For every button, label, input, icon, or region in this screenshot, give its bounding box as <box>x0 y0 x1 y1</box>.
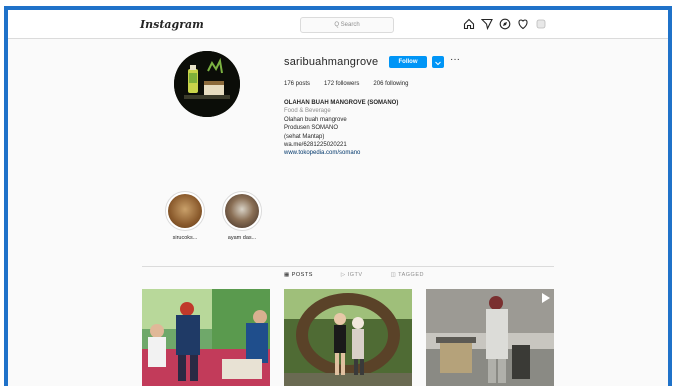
profile-avatar[interactable] <box>174 51 240 117</box>
followers-count[interactable]: 172 followers <box>324 81 359 87</box>
highlight-label: sirucoks... <box>172 235 198 241</box>
direct-icon[interactable] <box>480 17 493 31</box>
tab-posts[interactable]: ▦ POSTS <box>284 272 313 278</box>
bio-link[interactable]: www.tokopedia.com/somano <box>284 149 398 157</box>
post-thumbnail[interactable] <box>142 289 270 386</box>
tab-igtv[interactable]: ▷ IGTV <box>341 272 363 278</box>
profile-bio: OLAHAN BUAH MANGROVE (SOMANO) Food & Bev… <box>284 99 398 158</box>
profile-tabs: ▦ POSTS ▷ IGTV ◫ TAGGED <box>284 272 424 278</box>
story-highlight[interactable]: sirucoks... <box>160 191 210 241</box>
more-options-button[interactable]: ··· <box>450 54 460 65</box>
top-nav-bar: Instagram Q Search <box>8 10 668 39</box>
bio-line: Produsen SOMANO <box>284 125 339 132</box>
posts-grid <box>142 289 554 386</box>
profile-icon[interactable] <box>535 17 547 29</box>
suggested-dropdown-button[interactable] <box>432 56 444 68</box>
following-count[interactable]: 206 following <box>373 81 408 87</box>
screenshot-frame: Instagram Q Search saribuahmangrove Foll… <box>4 6 672 386</box>
posts-count: 176 posts <box>284 81 311 87</box>
explore-icon[interactable] <box>499 17 511 30</box>
bio-category: Food & Beverage <box>284 108 331 115</box>
search-input[interactable]: Q Search <box>300 17 394 33</box>
highlight-thumbnail <box>222 191 262 231</box>
highlight-thumbnail <box>165 191 205 231</box>
instagram-logo[interactable]: Instagram <box>140 18 204 31</box>
nav-icons <box>463 17 547 31</box>
browser-viewport: Instagram Q Search saribuahmangrove Foll… <box>8 10 668 386</box>
activity-icon[interactable] <box>517 17 529 30</box>
highlight-label: ayam das... <box>227 235 257 241</box>
profile-stats: 176 posts 172 followers 206 following <box>284 81 408 87</box>
follow-button[interactable]: Follow <box>389 56 427 68</box>
bio-line: (sehat Mantap) <box>284 133 325 140</box>
tab-tagged[interactable]: ◫ TAGGED <box>391 272 424 278</box>
tabs-divider <box>142 266 554 267</box>
post-thumbnail[interactable] <box>284 289 412 386</box>
story-highlight[interactable]: ayam das... <box>217 191 267 241</box>
chevron-down-icon <box>435 61 441 66</box>
post-thumbnail[interactable] <box>426 289 554 386</box>
bio-line: Olahan buah mangrove <box>284 116 347 123</box>
profile-username: saribuahmangrove <box>284 56 379 68</box>
home-icon[interactable] <box>463 17 475 30</box>
bio-name: OLAHAN BUAH MANGROVE (SOMANO) <box>284 100 399 106</box>
bio-line: wa.me/6281225020221 <box>284 142 347 149</box>
